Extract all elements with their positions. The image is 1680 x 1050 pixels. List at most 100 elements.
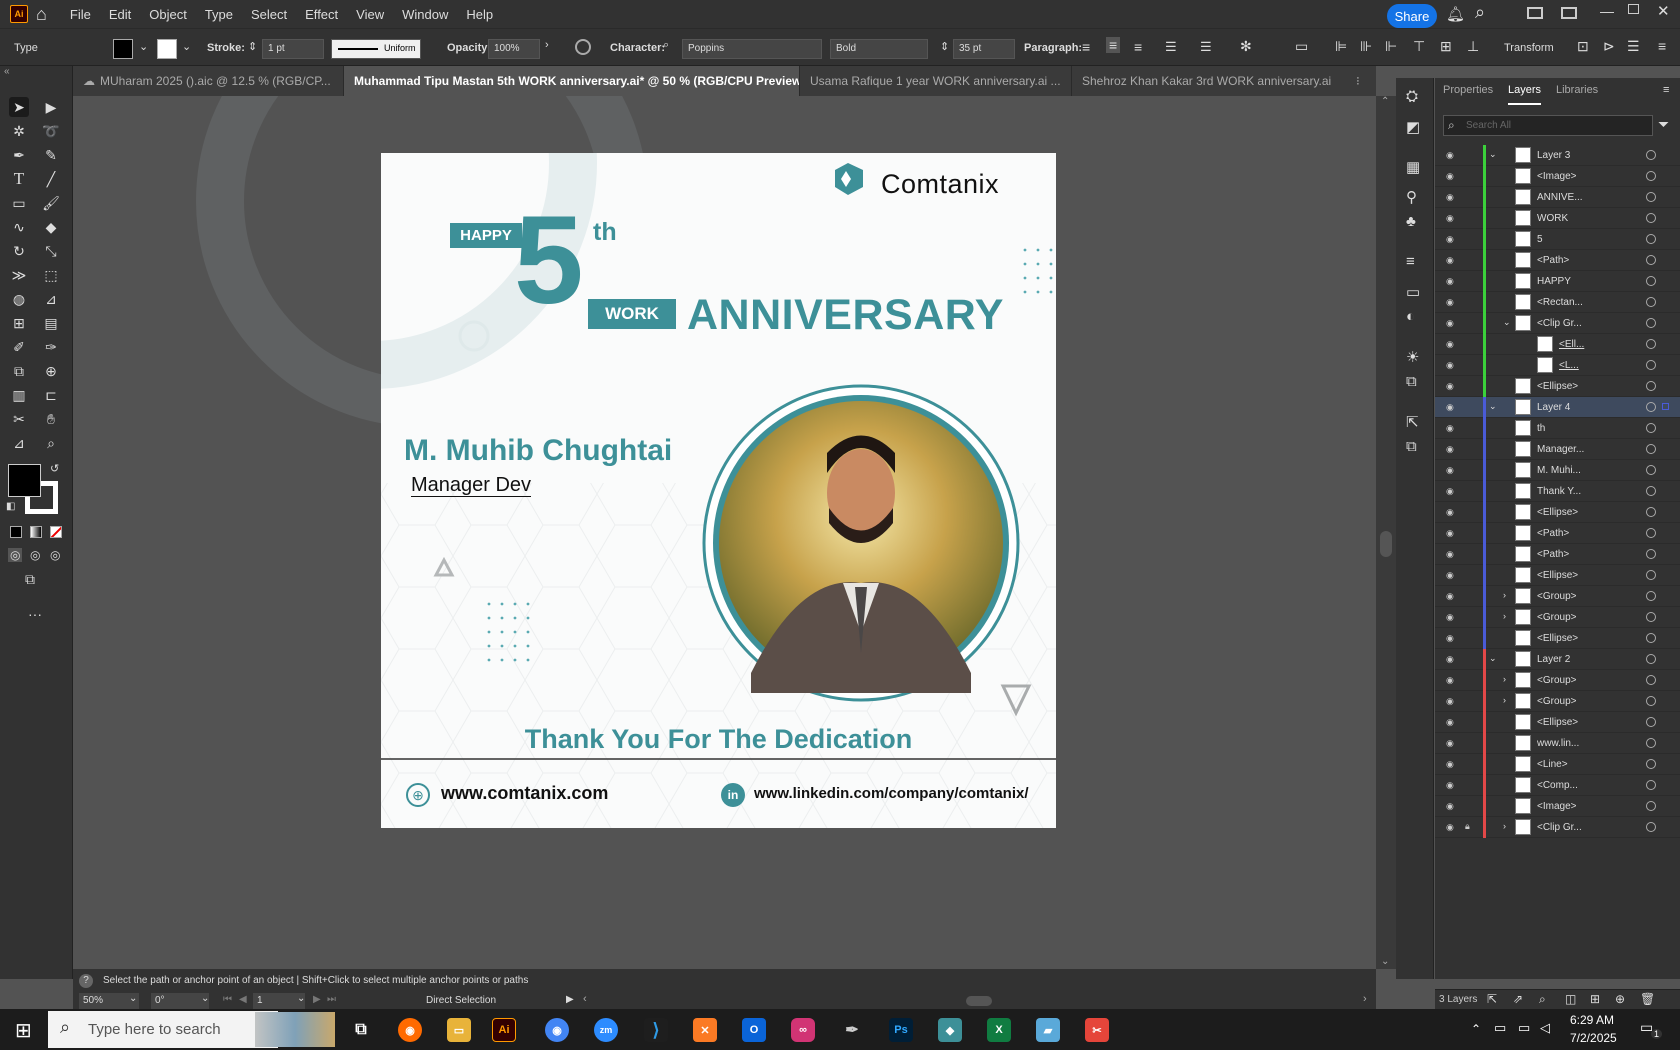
layer-name[interactable]: <Rectan...: [1537, 297, 1583, 308]
stepper-icon[interactable]: ⇕: [248, 40, 257, 53]
target-circle-icon[interactable]: [1646, 780, 1656, 790]
outlook-icon[interactable]: O: [742, 1018, 766, 1042]
layer-name[interactable]: <Ellipse>: [1537, 633, 1578, 644]
numbering-icon[interactable]: ☰: [1200, 39, 1212, 55]
layer-name[interactable]: HAPPY: [1537, 276, 1571, 287]
speaker-icon[interactable]: ◁: [1540, 1020, 1550, 1036]
target-circle-icon[interactable]: [1646, 402, 1656, 412]
menu-object[interactable]: Object: [140, 7, 196, 22]
visibility-eye-icon[interactable]: ◉: [1446, 822, 1458, 832]
tab-libraries[interactable]: Libraries: [1556, 84, 1598, 96]
target-circle-icon[interactable]: [1646, 381, 1656, 391]
target-circle-icon[interactable]: [1646, 633, 1656, 643]
layer-row[interactable]: ◉ Thank Y...: [1435, 481, 1680, 502]
tab-tipu-mastan[interactable]: Muhammad Tipu Mastan 5th WORK anniversar…: [344, 66, 800, 96]
chrome-icon[interactable]: ◉: [545, 1018, 569, 1042]
layer-name[interactable]: Thank Y...: [1537, 486, 1581, 497]
align-to-icon[interactable]: ▭: [1295, 38, 1308, 55]
previous-artboard-icon[interactable]: ◀: [239, 994, 247, 1005]
font-size-field[interactable]: 35 pt: [953, 39, 1015, 59]
clipping-mask-icon[interactable]: ◫: [1565, 992, 1576, 1006]
visibility-eye-icon[interactable]: ◉: [1446, 171, 1458, 181]
layer-row[interactable]: ◉ WORK: [1435, 208, 1680, 229]
layer-name[interactable]: <Ellipse>: [1537, 381, 1578, 392]
photoshop-icon[interactable]: Ps: [889, 1018, 913, 1042]
stroke-style-dropdown[interactable]: Uniform: [331, 39, 421, 59]
visibility-eye-icon[interactable]: ◉: [1446, 696, 1458, 706]
none-mode-icon[interactable]: [50, 526, 62, 538]
chevron-right-icon[interactable]: ›: [1503, 611, 1506, 621]
excel-icon[interactable]: X: [987, 1018, 1011, 1042]
font-family-field[interactable]: Poppins: [682, 39, 822, 59]
font-search-icon[interactable]: ⌕: [663, 39, 669, 52]
visibility-eye-icon[interactable]: ◉: [1446, 675, 1458, 685]
align-center-icon[interactable]: ≡: [1106, 37, 1121, 53]
horizontal-scroll-thumb[interactable]: [966, 996, 992, 1006]
visibility-eye-icon[interactable]: ◉: [1446, 381, 1458, 391]
bullets-icon[interactable]: ☰: [1165, 39, 1177, 55]
collect-export-icon[interactable]: ⇱: [1487, 992, 1497, 1006]
visibility-eye-icon[interactable]: ◉: [1446, 486, 1458, 496]
menu-help[interactable]: Help: [457, 7, 502, 22]
lock-icon[interactable]: 🔒︎: [1465, 821, 1470, 832]
layer-row[interactable]: ◉ <Ellipse>: [1435, 628, 1680, 649]
graphic-styles-icon[interactable]: ⧉: [1406, 373, 1417, 390]
target-circle-icon[interactable]: [1646, 234, 1656, 244]
font-style-field[interactable]: Bold: [830, 39, 928, 59]
visibility-eye-icon[interactable]: ◉: [1446, 528, 1458, 538]
layer-name[interactable]: M. Muhi...: [1537, 465, 1581, 476]
employee-name[interactable]: M. Muhib Chughtai: [404, 434, 672, 468]
tab-shehroz-khan[interactable]: Shehroz Khan Kakar 3rd WORK anniversary.…: [1072, 66, 1352, 96]
visibility-eye-icon[interactable]: ◉: [1446, 444, 1458, 454]
layer-row[interactable]: ◉ <Line>: [1435, 754, 1680, 775]
arrange-documents-icon[interactable]: [1527, 7, 1543, 19]
shaper-tool-icon[interactable]: ∿: [9, 217, 29, 237]
selection-square-icon[interactable]: [1662, 403, 1669, 410]
visibility-eye-icon[interactable]: ◉: [1446, 738, 1458, 748]
tab-usama-rafique[interactable]: Usama Rafique 1 year WORK anniversary.ai…: [800, 66, 1072, 96]
type-tool-icon[interactable]: T: [9, 169, 29, 189]
target-circle-icon[interactable]: [1646, 318, 1656, 328]
target-circle-icon[interactable]: [1646, 150, 1656, 160]
opacity-field[interactable]: 100%: [488, 39, 540, 59]
scroll-thumb[interactable]: [1380, 531, 1392, 557]
comtanix-app-icon[interactable]: ◆: [938, 1018, 962, 1042]
shape-builder-tool-icon[interactable]: ◍: [9, 289, 29, 309]
layer-name[interactable]: <Line>: [1537, 759, 1568, 770]
color-mode-icon[interactable]: [10, 526, 22, 538]
target-circle-icon[interactable]: [1646, 339, 1656, 349]
task-view-icon[interactable]: ⧉: [349, 1018, 373, 1042]
xampp-icon[interactable]: ✕: [693, 1018, 717, 1042]
target-circle-icon[interactable]: [1646, 612, 1656, 622]
target-circle-icon[interactable]: [1646, 675, 1656, 685]
layer-row[interactable]: ◉ <Path>: [1435, 250, 1680, 271]
layer-name[interactable]: <Group>: [1537, 675, 1576, 686]
layer-row[interactable]: ◉ <Comp...: [1435, 775, 1680, 796]
scroll-down-icon[interactable]: ⌄: [1381, 956, 1389, 967]
layer-name[interactable]: www.lin...: [1537, 738, 1579, 749]
target-circle-icon[interactable]: [1646, 486, 1656, 496]
workspace-icon[interactable]: [1561, 7, 1577, 19]
target-circle-icon[interactable]: [1646, 549, 1656, 559]
layer-row[interactable]: ◉ › <Group>: [1435, 586, 1680, 607]
scroll-up-icon[interactable]: ⌃: [1381, 96, 1389, 107]
chevron-down-icon[interactable]: ⌄: [297, 993, 305, 1004]
isolate-icon[interactable]: ⊡: [1577, 38, 1589, 55]
target-circle-icon[interactable]: [1646, 360, 1656, 370]
zoom-app-icon[interactable]: zm: [594, 1018, 618, 1042]
visibility-eye-icon[interactable]: ◉: [1446, 192, 1458, 202]
visibility-eye-icon[interactable]: ◉: [1446, 507, 1458, 517]
visibility-eye-icon[interactable]: ◉: [1446, 276, 1458, 286]
windows-start-icon[interactable]: ⊞: [15, 1018, 32, 1043]
tab-properties[interactable]: Properties: [1443, 84, 1493, 96]
layer-name[interactable]: Layer 3: [1537, 150, 1570, 161]
close-icon[interactable]: ✕: [1657, 2, 1670, 20]
recolor-icon[interactable]: [575, 39, 591, 55]
layer-name[interactable]: Manager...: [1537, 444, 1584, 455]
mesh-tool-icon[interactable]: ⊞: [9, 313, 29, 333]
perspective-grid-tool-icon[interactable]: ⊿: [41, 289, 61, 309]
locate-object-icon[interactable]: ⌕: [1539, 992, 1546, 1007]
layer-name[interactable]: <Path>: [1537, 549, 1569, 560]
target-circle-icon[interactable]: [1646, 570, 1656, 580]
chevron-right-icon[interactable]: ›: [1503, 821, 1506, 831]
